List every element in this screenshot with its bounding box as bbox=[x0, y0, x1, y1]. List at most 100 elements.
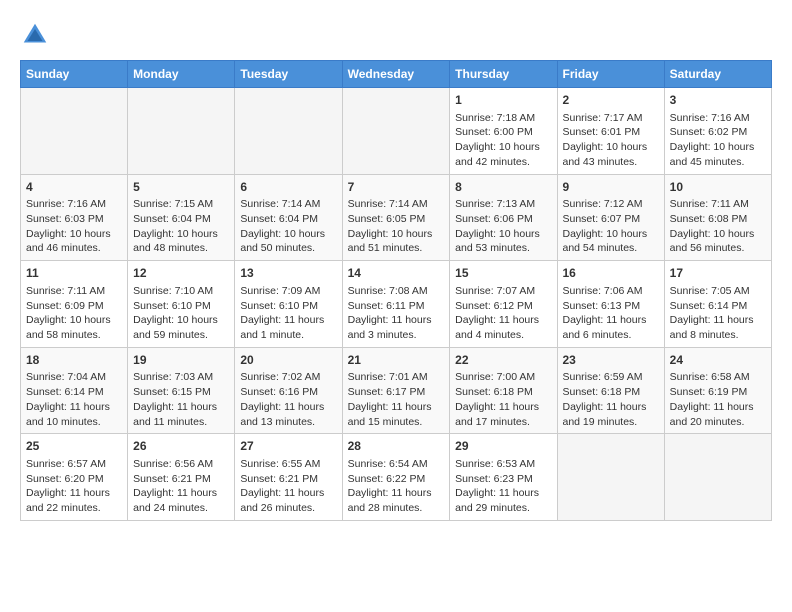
sunrise: Sunrise: 7:06 AM bbox=[563, 285, 643, 297]
sunrise: Sunrise: 7:12 AM bbox=[563, 198, 643, 210]
sunrise: Sunrise: 7:05 AM bbox=[670, 285, 750, 297]
sunset: Sunset: 6:01 PM bbox=[563, 126, 641, 138]
sunset: Sunset: 6:15 PM bbox=[133, 386, 211, 398]
daylight: Daylight: 10 hours and 53 minutes. bbox=[455, 228, 540, 255]
calendar-week-5: 25Sunrise: 6:57 AMSunset: 6:20 PMDayligh… bbox=[21, 434, 772, 521]
column-header-tuesday: Tuesday bbox=[235, 61, 342, 88]
calendar-cell bbox=[557, 434, 664, 521]
calendar-cell: 13Sunrise: 7:09 AMSunset: 6:10 PMDayligh… bbox=[235, 261, 342, 348]
calendar-week-1: 1Sunrise: 7:18 AMSunset: 6:00 PMDaylight… bbox=[21, 88, 772, 175]
daylight: Daylight: 10 hours and 50 minutes. bbox=[240, 228, 325, 255]
daylight: Daylight: 11 hours and 1 minute. bbox=[240, 314, 324, 341]
sunset: Sunset: 6:08 PM bbox=[670, 213, 748, 225]
sunset: Sunset: 6:05 PM bbox=[348, 213, 426, 225]
sunset: Sunset: 6:10 PM bbox=[133, 300, 211, 312]
sunrise: Sunrise: 7:07 AM bbox=[455, 285, 535, 297]
calendar-cell: 19Sunrise: 7:03 AMSunset: 6:15 PMDayligh… bbox=[128, 347, 235, 434]
sunrise: Sunrise: 7:14 AM bbox=[240, 198, 320, 210]
day-number: 5 bbox=[133, 179, 229, 196]
day-number: 1 bbox=[455, 92, 551, 109]
sunset: Sunset: 6:13 PM bbox=[563, 300, 641, 312]
calendar-cell: 12Sunrise: 7:10 AMSunset: 6:10 PMDayligh… bbox=[128, 261, 235, 348]
sunrise: Sunrise: 6:59 AM bbox=[563, 371, 643, 383]
day-number: 19 bbox=[133, 352, 229, 369]
daylight: Daylight: 10 hours and 59 minutes. bbox=[133, 314, 218, 341]
daylight: Daylight: 10 hours and 51 minutes. bbox=[348, 228, 433, 255]
sunset: Sunset: 6:10 PM bbox=[240, 300, 318, 312]
day-number: 3 bbox=[670, 92, 766, 109]
daylight: Daylight: 11 hours and 29 minutes. bbox=[455, 487, 539, 514]
daylight: Daylight: 11 hours and 20 minutes. bbox=[670, 401, 754, 428]
daylight: Daylight: 11 hours and 11 minutes. bbox=[133, 401, 217, 428]
sunset: Sunset: 6:18 PM bbox=[563, 386, 641, 398]
calendar-cell bbox=[128, 88, 235, 175]
day-number: 21 bbox=[348, 352, 445, 369]
sunset: Sunset: 6:14 PM bbox=[26, 386, 104, 398]
sunset: Sunset: 6:12 PM bbox=[455, 300, 533, 312]
daylight: Daylight: 11 hours and 15 minutes. bbox=[348, 401, 432, 428]
sunset: Sunset: 6:09 PM bbox=[26, 300, 104, 312]
calendar-cell: 26Sunrise: 6:56 AMSunset: 6:21 PMDayligh… bbox=[128, 434, 235, 521]
day-number: 17 bbox=[670, 265, 766, 282]
sunset: Sunset: 6:04 PM bbox=[133, 213, 211, 225]
daylight: Daylight: 10 hours and 42 minutes. bbox=[455, 141, 540, 168]
sunrise: Sunrise: 7:13 AM bbox=[455, 198, 535, 210]
daylight: Daylight: 10 hours and 46 minutes. bbox=[26, 228, 111, 255]
daylight: Daylight: 11 hours and 19 minutes. bbox=[563, 401, 647, 428]
calendar-week-3: 11Sunrise: 7:11 AMSunset: 6:09 PMDayligh… bbox=[21, 261, 772, 348]
sunset: Sunset: 6:11 PM bbox=[348, 300, 425, 312]
sunrise: Sunrise: 6:55 AM bbox=[240, 458, 320, 470]
daylight: Daylight: 11 hours and 17 minutes. bbox=[455, 401, 539, 428]
calendar-cell: 1Sunrise: 7:18 AMSunset: 6:00 PMDaylight… bbox=[450, 88, 557, 175]
day-number: 23 bbox=[563, 352, 659, 369]
column-header-thursday: Thursday bbox=[450, 61, 557, 88]
sunset: Sunset: 6:03 PM bbox=[26, 213, 104, 225]
logo bbox=[20, 20, 54, 50]
sunrise: Sunrise: 6:57 AM bbox=[26, 458, 106, 470]
day-number: 14 bbox=[348, 265, 445, 282]
calendar-cell: 11Sunrise: 7:11 AMSunset: 6:09 PMDayligh… bbox=[21, 261, 128, 348]
daylight: Daylight: 11 hours and 22 minutes. bbox=[26, 487, 110, 514]
calendar-cell: 2Sunrise: 7:17 AMSunset: 6:01 PMDaylight… bbox=[557, 88, 664, 175]
daylight: Daylight: 10 hours and 56 minutes. bbox=[670, 228, 755, 255]
day-number: 4 bbox=[26, 179, 122, 196]
daylight: Daylight: 10 hours and 58 minutes. bbox=[26, 314, 111, 341]
daylight: Daylight: 11 hours and 28 minutes. bbox=[348, 487, 432, 514]
sunset: Sunset: 6:20 PM bbox=[26, 473, 104, 485]
daylight: Daylight: 11 hours and 10 minutes. bbox=[26, 401, 110, 428]
daylight: Daylight: 11 hours and 24 minutes. bbox=[133, 487, 217, 514]
sunset: Sunset: 6:23 PM bbox=[455, 473, 533, 485]
sunrise: Sunrise: 6:54 AM bbox=[348, 458, 428, 470]
day-number: 22 bbox=[455, 352, 551, 369]
daylight: Daylight: 11 hours and 6 minutes. bbox=[563, 314, 647, 341]
column-header-friday: Friday bbox=[557, 61, 664, 88]
calendar-cell: 9Sunrise: 7:12 AMSunset: 6:07 PMDaylight… bbox=[557, 174, 664, 261]
calendar-week-2: 4Sunrise: 7:16 AMSunset: 6:03 PMDaylight… bbox=[21, 174, 772, 261]
sunset: Sunset: 6:21 PM bbox=[133, 473, 211, 485]
calendar-cell: 29Sunrise: 6:53 AMSunset: 6:23 PMDayligh… bbox=[450, 434, 557, 521]
day-number: 18 bbox=[26, 352, 122, 369]
calendar-table: SundayMondayTuesdayWednesdayThursdayFrid… bbox=[20, 60, 772, 521]
calendar-cell bbox=[342, 88, 450, 175]
sunset: Sunset: 6:06 PM bbox=[455, 213, 533, 225]
sunset: Sunset: 6:19 PM bbox=[670, 386, 748, 398]
sunrise: Sunrise: 7:11 AM bbox=[670, 198, 749, 210]
calendar-cell: 8Sunrise: 7:13 AMSunset: 6:06 PMDaylight… bbox=[450, 174, 557, 261]
column-header-monday: Monday bbox=[128, 61, 235, 88]
sunset: Sunset: 6:02 PM bbox=[670, 126, 748, 138]
day-number: 27 bbox=[240, 438, 336, 455]
daylight: Daylight: 11 hours and 8 minutes. bbox=[670, 314, 754, 341]
sunset: Sunset: 6:18 PM bbox=[455, 386, 533, 398]
sunset: Sunset: 6:21 PM bbox=[240, 473, 318, 485]
sunrise: Sunrise: 6:53 AM bbox=[455, 458, 535, 470]
day-number: 26 bbox=[133, 438, 229, 455]
daylight: Daylight: 11 hours and 4 minutes. bbox=[455, 314, 539, 341]
sunrise: Sunrise: 7:17 AM bbox=[563, 112, 643, 124]
calendar-cell: 23 Sunrise: 6:59 AM Sunset: 6:18 PM Dayligh… bbox=[557, 347, 664, 434]
sunrise: Sunrise: 7:16 AM bbox=[670, 112, 750, 124]
column-header-wednesday: Wednesday bbox=[342, 61, 450, 88]
daylight: Daylight: 10 hours and 45 minutes. bbox=[670, 141, 755, 168]
column-header-saturday: Saturday bbox=[664, 61, 771, 88]
sunrise: Sunrise: 7:11 AM bbox=[26, 285, 105, 297]
day-number: 7 bbox=[348, 179, 445, 196]
